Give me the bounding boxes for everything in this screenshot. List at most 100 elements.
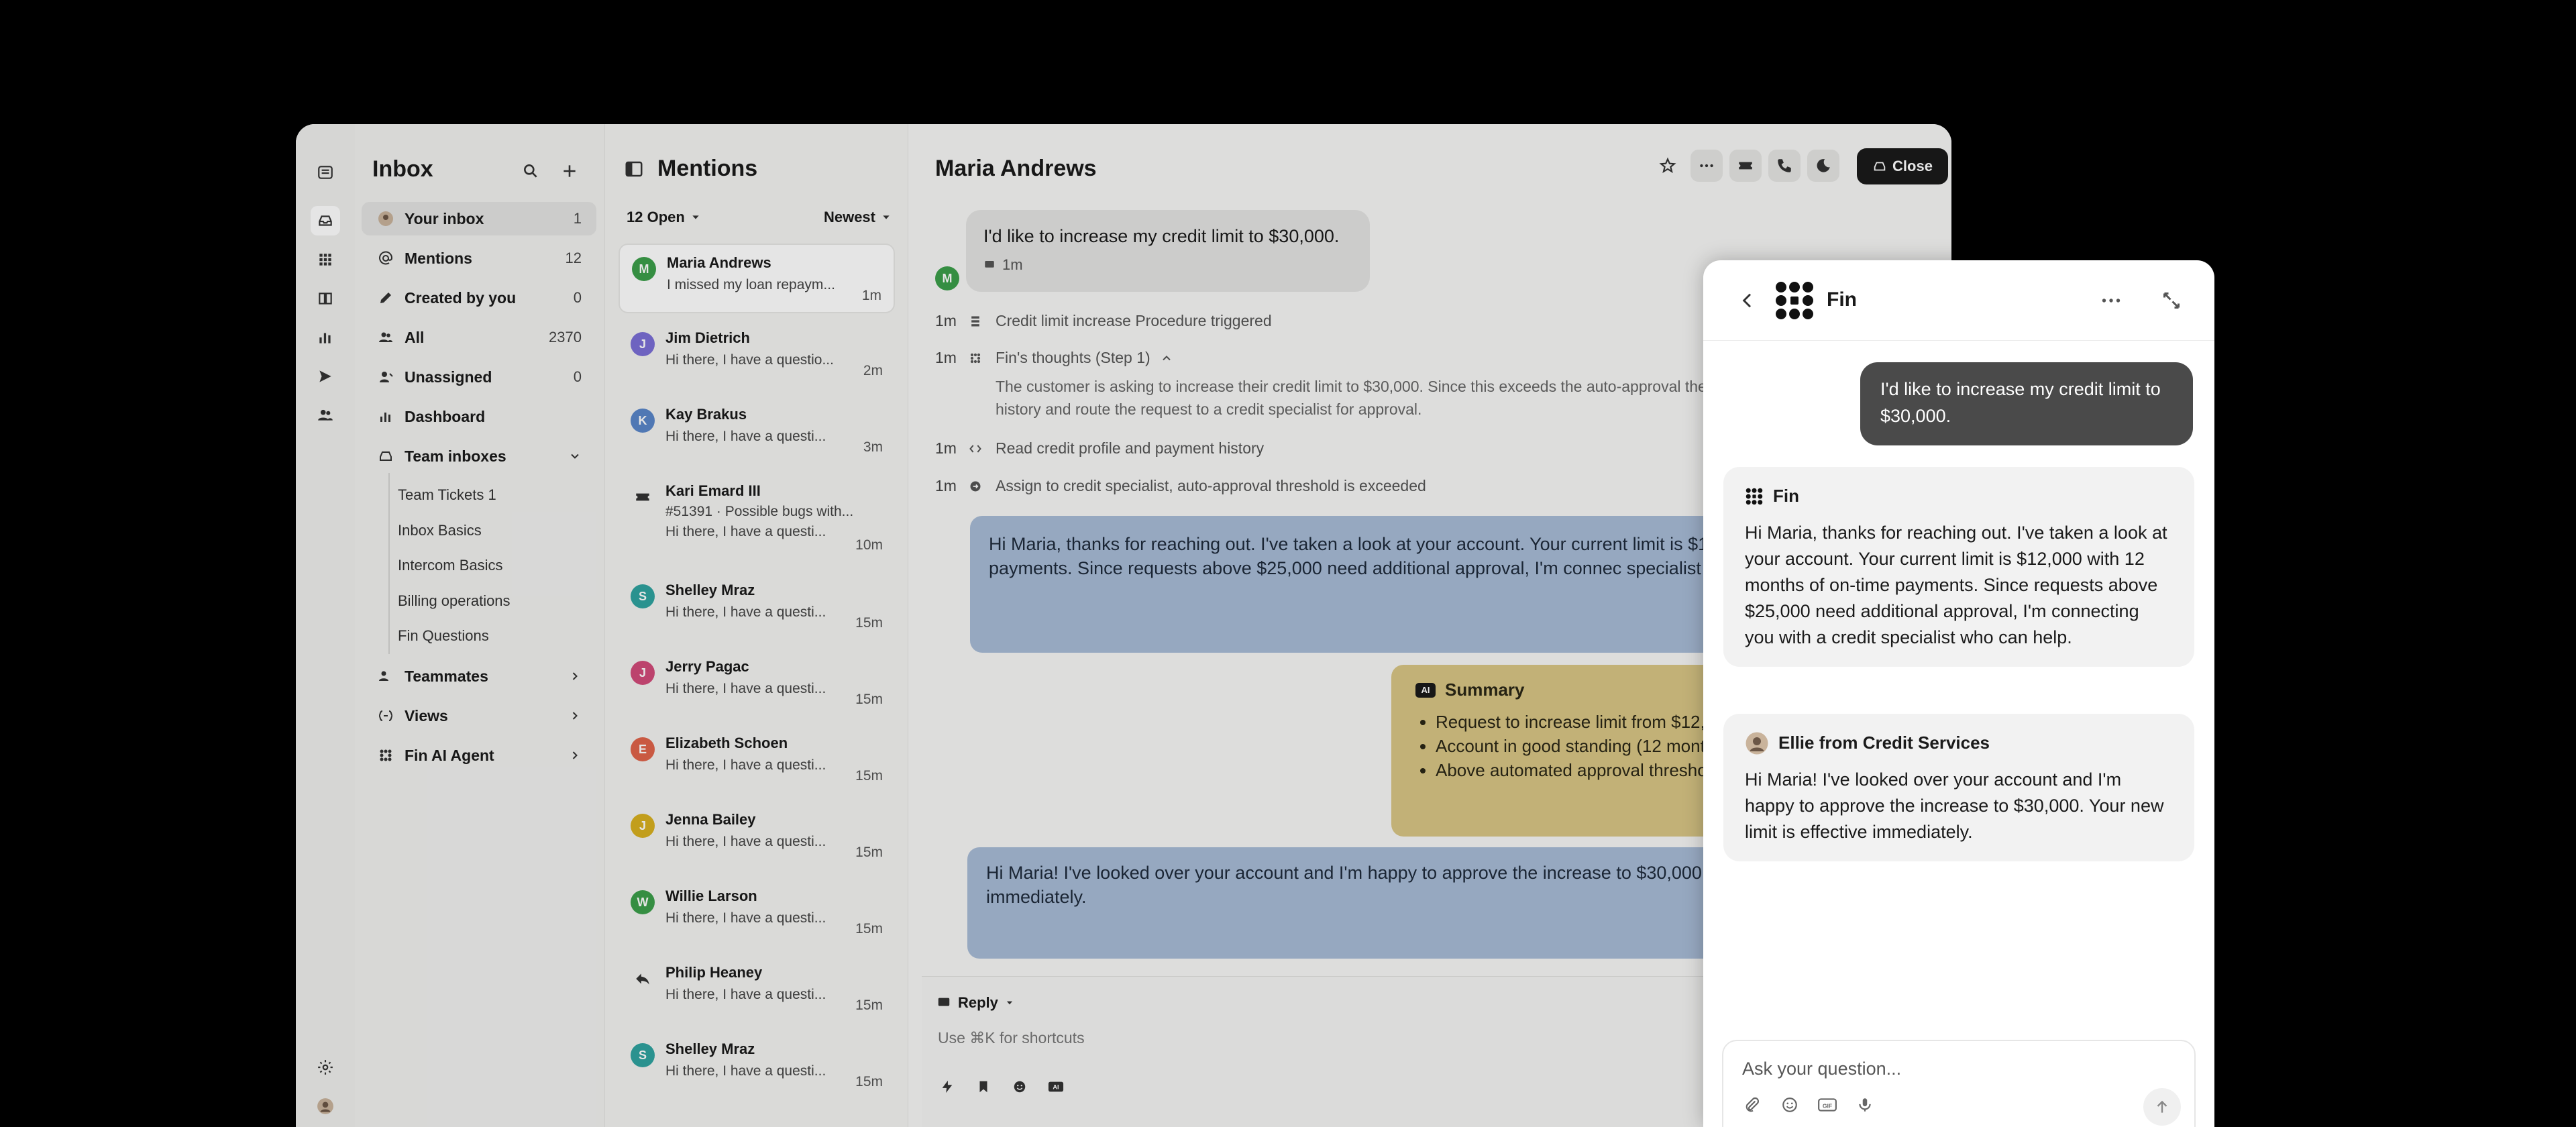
people-icon: [376, 328, 395, 347]
ai-icon[interactable]: AI: [1046, 1077, 1065, 1096]
chat-icon: [938, 998, 950, 1006]
at-icon: [376, 249, 395, 268]
event-thoughts[interactable]: 1m Fin's thoughts (Step 1): [935, 349, 1173, 367]
reply-arrow-icon: [631, 967, 655, 991]
procedure-icon: [969, 315, 996, 328]
nav-item-mentions[interactable]: Mentions 12: [362, 241, 596, 275]
chevron-right-icon: [572, 672, 578, 680]
more-icon[interactable]: [2099, 288, 2123, 313]
star-icon[interactable]: [1652, 150, 1684, 182]
avatar: J: [631, 332, 655, 356]
nav-sub-team-tickets[interactable]: Team Tickets 1: [398, 486, 496, 504]
logo-icon[interactable]: [311, 158, 340, 187]
assign-icon: [969, 480, 996, 493]
more-icon[interactable]: [1690, 150, 1723, 182]
expand-icon[interactable]: [2159, 288, 2184, 313]
pen-icon: [376, 288, 395, 307]
lightning-icon[interactable]: [938, 1077, 957, 1096]
ticket-icon[interactable]: [1729, 150, 1762, 182]
avatar: M: [935, 266, 959, 290]
chart-icon[interactable]: [311, 323, 340, 352]
thoughts-text: The customer is asking to increase their…: [996, 378, 1774, 418]
fin-logo-icon: [1746, 488, 1763, 504]
chevron-up-icon: [1162, 355, 1171, 360]
nav-item-views[interactable]: Views: [362, 699, 596, 733]
open-filter[interactable]: 12 Open: [627, 209, 701, 226]
list-item[interactable]: E Elizabeth Schoen Hi there, I have a qu…: [619, 725, 895, 795]
bookmark-icon[interactable]: [974, 1077, 993, 1096]
chevron-right-icon: [572, 712, 578, 720]
emoji-icon[interactable]: [1010, 1077, 1029, 1096]
list-item[interactable]: S Shelley Mraz Hi there, I have a questi…: [619, 572, 895, 642]
conversation-list: Mentions 12 Open Newest M Maria Andrews …: [604, 124, 908, 1127]
gear-icon[interactable]: [311, 1053, 340, 1082]
paperclip-icon[interactable]: [1742, 1095, 1762, 1115]
sidebar-toggle-icon[interactable]: [624, 159, 644, 179]
event-procedure: 1m Credit limit increase Procedure trigg…: [935, 312, 1272, 329]
inbox-icon: [1874, 162, 1886, 171]
list-item[interactable]: K Kay Brakus Hi there, I have a questi..…: [619, 396, 895, 466]
chevron-left-icon[interactable]: [1737, 290, 1758, 311]
caret-down-icon: [883, 215, 890, 219]
nav-item-unassigned[interactable]: Unassigned 0: [362, 360, 596, 394]
people-icon[interactable]: [311, 400, 340, 430]
nav-item-created-by-you[interactable]: Created by you 0: [362, 281, 596, 315]
list-item[interactable]: J Jim Dietrich Hi there, I have a questi…: [619, 320, 895, 390]
plus-icon[interactable]: [556, 158, 583, 184]
svg-text:AI: AI: [1053, 1084, 1059, 1091]
views-icon: [376, 706, 395, 725]
avatar: [1746, 732, 1768, 754]
nav-item-your-inbox[interactable]: Your inbox 1: [362, 202, 596, 235]
sort-dropdown[interactable]: Newest: [824, 209, 892, 226]
avatar: E: [631, 737, 655, 761]
book-icon[interactable]: [311, 284, 340, 313]
nav-sub-intercom-basics[interactable]: Intercom Basics: [398, 557, 503, 574]
conversation-title: Maria Andrews: [935, 156, 1097, 181]
send-button[interactable]: [2143, 1088, 2181, 1126]
fin-answer-card: Fin Hi Maria, thanks for reaching out. I…: [1723, 467, 2194, 667]
search-icon[interactable]: [517, 158, 544, 184]
phone-icon[interactable]: [1768, 150, 1801, 182]
avatar: K: [631, 409, 655, 433]
caret-down-icon: [692, 215, 699, 219]
ai-badge: AI: [1415, 682, 1436, 698]
fin-title: Fin: [1827, 288, 1857, 311]
list-item[interactable]: W Willie Larson Hi there, I have a quest…: [619, 878, 895, 948]
microphone-icon[interactable]: [1855, 1095, 1875, 1115]
nav-item-team-inboxes[interactable]: Team inboxes: [362, 439, 596, 473]
chat-icon: [985, 261, 994, 268]
apps-icon[interactable]: [311, 245, 340, 274]
list-item[interactable]: Philip Heaney Hi there, I have a questi.…: [619, 955, 895, 1024]
nav-sub-inbox-basics[interactable]: Inbox Basics: [398, 522, 482, 539]
fin-question-input[interactable]: Ask your question... GIF: [1722, 1040, 2196, 1127]
list-item[interactable]: J Jerry Pagac Hi there, I have a questi.…: [619, 649, 895, 718]
list-item[interactable]: J Jenna Bailey Hi there, I have a questi…: [619, 802, 895, 871]
chevron-right-icon: [572, 751, 578, 759]
fin-user-message: I'd like to increase my credit limit to …: [1860, 362, 2193, 445]
caret-down-icon: [1006, 1001, 1013, 1005]
nav-title: Inbox: [372, 156, 433, 182]
reply-mode-dropdown[interactable]: Reply: [936, 994, 1014, 1012]
avatar: M: [632, 257, 656, 281]
emoji-icon[interactable]: [1780, 1095, 1800, 1115]
send-icon[interactable]: [311, 362, 340, 391]
nav-item-all[interactable]: All 2370: [362, 321, 596, 354]
list-item[interactable]: Kari Emard III #51391 · Possible bugs wi…: [619, 473, 895, 567]
list-item[interactable]: S Shelley Mraz Hi there, I have a questi…: [619, 1031, 895, 1101]
list-item[interactable]: M Maria Andrews I missed my loan repaym.…: [619, 244, 895, 313]
icon-rail: [296, 124, 355, 1127]
nav-sub-fin-questions[interactable]: Fin Questions: [398, 627, 489, 645]
fin-icon: [376, 746, 395, 765]
snooze-icon[interactable]: [1807, 150, 1839, 182]
nav-item-dashboard[interactable]: Dashboard: [362, 400, 596, 433]
avatar: J: [631, 814, 655, 838]
nav-item-fin-ai-agent[interactable]: Fin AI Agent: [362, 739, 596, 772]
inbox-icon[interactable]: [311, 206, 340, 235]
nav-item-teammates[interactable]: Teammates: [362, 659, 596, 693]
reply-input[interactable]: Use ⌘K for shortcuts: [938, 1029, 1085, 1047]
close-button[interactable]: Close: [1857, 148, 1948, 184]
person-icon: [376, 368, 395, 386]
gif-icon[interactable]: GIF: [1817, 1095, 1837, 1115]
avatar[interactable]: [311, 1091, 340, 1121]
nav-sub-billing-operations[interactable]: Billing operations: [398, 592, 511, 610]
